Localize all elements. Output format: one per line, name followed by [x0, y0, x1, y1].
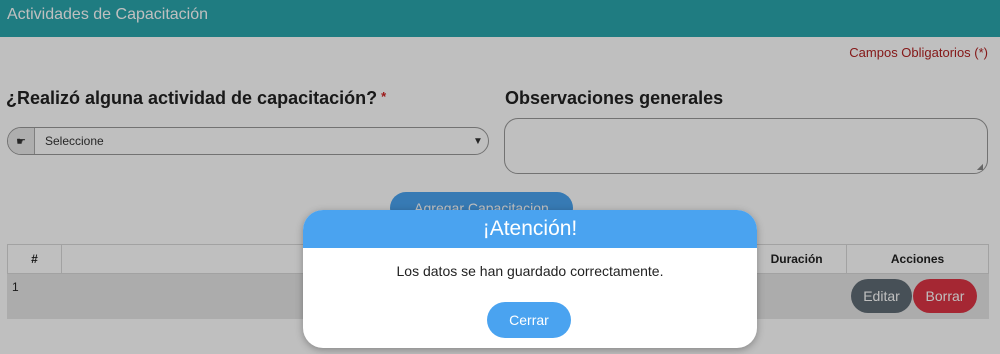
modal-title: ¡Atención! [303, 210, 757, 248]
attention-modal: ¡Atención! Los datos se han guardado cor… [303, 210, 757, 348]
modal-message: Los datos se han guardado correctamente. [396, 263, 664, 279]
close-button[interactable]: Cerrar [487, 302, 571, 338]
